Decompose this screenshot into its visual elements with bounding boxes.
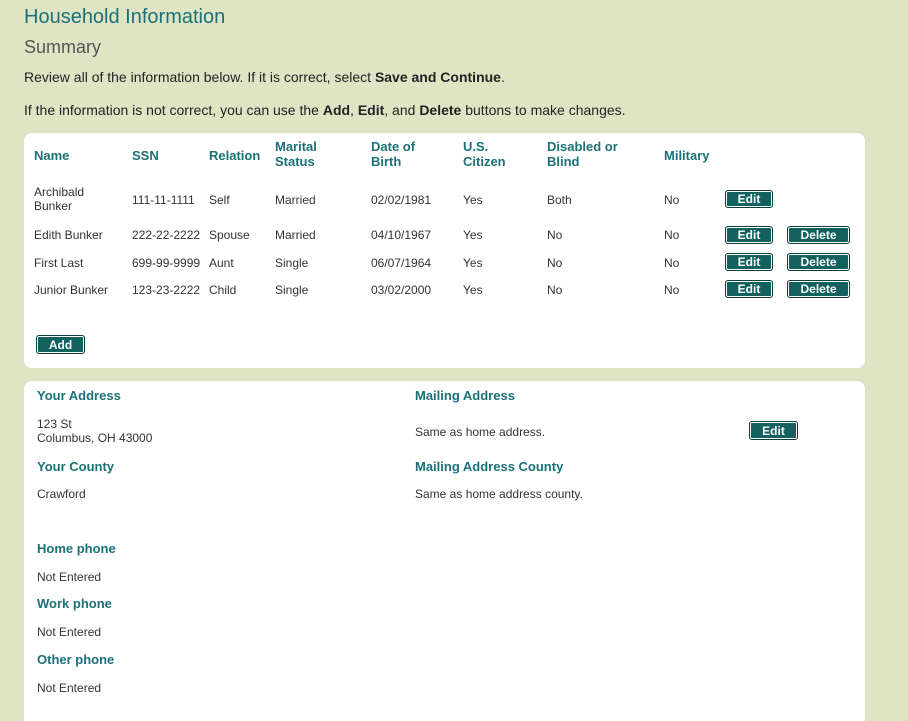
column-header-us-citizen: U.S. Citizen [463, 139, 506, 169]
cell-military: No [664, 228, 680, 242]
delete-member-button[interactable]: Delete [787, 253, 850, 271]
mailing-address-value: Same as home address. [415, 425, 546, 439]
add-member-button[interactable]: Add [36, 335, 85, 354]
edit-member-button[interactable]: Edit [725, 190, 773, 208]
other-phone-label: Other phone [37, 652, 115, 667]
other-phone-value: Not Entered [37, 681, 102, 695]
work-phone-value: Not Entered [37, 625, 102, 639]
cell-marital-status: Single [275, 256, 309, 270]
cell-us-citizen: Yes [463, 228, 483, 242]
cell-marital-status: Single [275, 283, 309, 297]
delete-member-button[interactable]: Delete [787, 226, 850, 244]
work-phone-label: Work phone [37, 596, 112, 611]
cell-military: No [664, 256, 680, 270]
cell-disabled-or-blind: Both [547, 193, 572, 207]
column-header-disabled-or-blind: Disabled or Blind [547, 139, 618, 169]
cell-date-of-birth: 03/02/2000 [371, 283, 432, 297]
delete-member-button[interactable]: Delete [787, 280, 850, 298]
column-header-marital-status: Marital Status [275, 139, 317, 169]
cell-relation: Spouse [209, 228, 250, 242]
page-subtitle: Summary [24, 37, 102, 57]
home-phone-value: Not Entered [37, 570, 102, 584]
cell-date-of-birth: 02/02/1981 [371, 193, 432, 207]
cell-disabled-or-blind: No [547, 228, 563, 242]
cell-disabled-or-blind: No [547, 283, 563, 297]
instruction-changes: If the information is not correct, you c… [24, 102, 626, 118]
cell-military: No [664, 193, 680, 207]
column-header-relation: Relation [209, 148, 261, 163]
column-header-ssn: SSN [132, 148, 159, 163]
home-phone-label: Home phone [37, 541, 116, 556]
column-header-date-of-birth: Date of Birth [371, 139, 416, 169]
cell-marital-status: Married [275, 228, 316, 242]
cell-relation: Aunt [209, 256, 234, 270]
cell-military: No [664, 283, 680, 297]
cell-name: Archibald Bunker [34, 185, 85, 213]
cell-relation: Self [209, 193, 230, 207]
your-address-label: Your Address [37, 388, 121, 403]
page-title: Household Information [24, 6, 226, 28]
cell-disabled-or-blind: No [547, 256, 563, 270]
household-members-panel: Name SSN Relation Marital Status Date of B… [24, 133, 865, 368]
column-header-military: Military [664, 148, 710, 163]
cell-ssn: 111-11-1111 [132, 193, 195, 207]
cell-date-of-birth: 06/07/1964 [371, 256, 432, 270]
mailing-address-label: Mailing Address [415, 388, 515, 403]
your-county-value: Crawford [37, 487, 86, 501]
cell-ssn: 123-23-2222 [132, 283, 201, 297]
cell-us-citizen: Yes [463, 193, 483, 207]
edit-member-button[interactable]: Edit [725, 226, 773, 244]
cell-us-citizen: Yes [463, 283, 483, 297]
cell-date-of-birth: 04/10/1967 [371, 228, 432, 242]
edit-member-button[interactable]: Edit [725, 280, 773, 298]
cell-relation: Child [209, 283, 237, 297]
edit-member-button[interactable]: Edit [725, 253, 773, 271]
cell-marital-status: Married [275, 193, 316, 207]
your-county-label: Your County [37, 459, 115, 474]
mailing-county-label: Mailing Address County [415, 459, 564, 474]
cell-name: Junior Bunker [34, 283, 109, 297]
cell-us-citizen: Yes [463, 256, 483, 270]
instruction-review: Review all of the information below. If … [24, 69, 505, 85]
column-header-name: Name [34, 148, 70, 163]
your-address-value: 123 St Columbus, OH 43000 [37, 417, 153, 445]
mailing-county-value: Same as home address county. [415, 487, 583, 501]
cell-name: First Last [34, 256, 84, 270]
cell-name: Edith Bunker [34, 228, 103, 242]
contact-info-panel: Your Address 123 St Columbus, OH 43000 Ma… [24, 381, 865, 721]
edit-address-button[interactable]: Edit [749, 421, 798, 440]
cell-ssn: 699-99-9999 [132, 256, 201, 270]
cell-ssn: 222-22-2222 [132, 228, 201, 242]
